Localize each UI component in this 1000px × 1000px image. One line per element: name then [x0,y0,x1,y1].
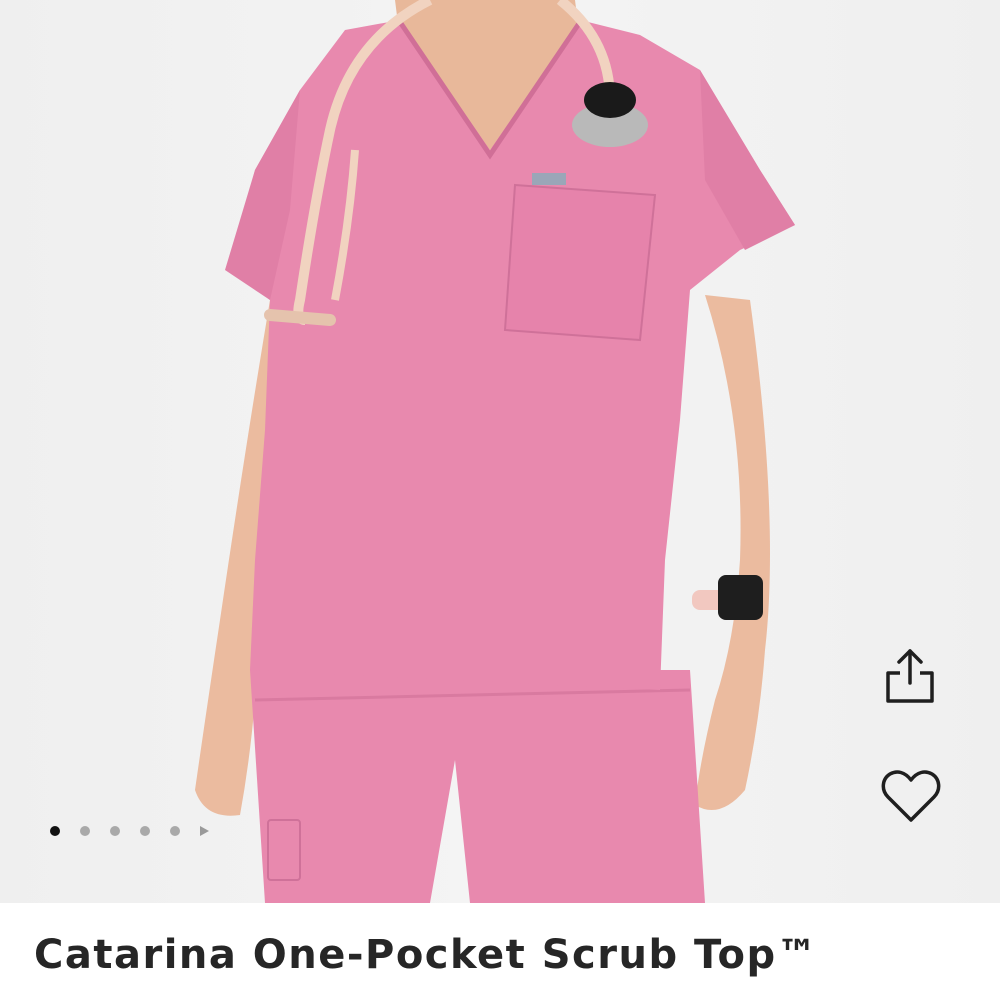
gallery-pagination [50,826,209,836]
product-title: Catarina One-Pocket Scrub Top™ [34,932,819,978]
product-image[interactable] [0,0,1000,903]
share-button[interactable] [880,645,944,709]
gallery-dot-1[interactable] [50,826,60,836]
gallery-dot-2[interactable] [80,826,90,836]
gallery-dot-3[interactable] [110,826,120,836]
brand-tag [532,173,566,185]
product-photo-illustration [195,0,795,903]
gallery-dot-5[interactable] [170,826,180,836]
share-icon [886,649,934,703]
gallery-dot-4[interactable] [140,826,150,836]
heart-icon [881,770,941,822]
product-page: Catarina One-Pocket Scrub Top™ [0,0,1000,1000]
gallery-next-arrow-icon[interactable] [200,826,209,836]
favorite-button[interactable] [880,768,944,832]
